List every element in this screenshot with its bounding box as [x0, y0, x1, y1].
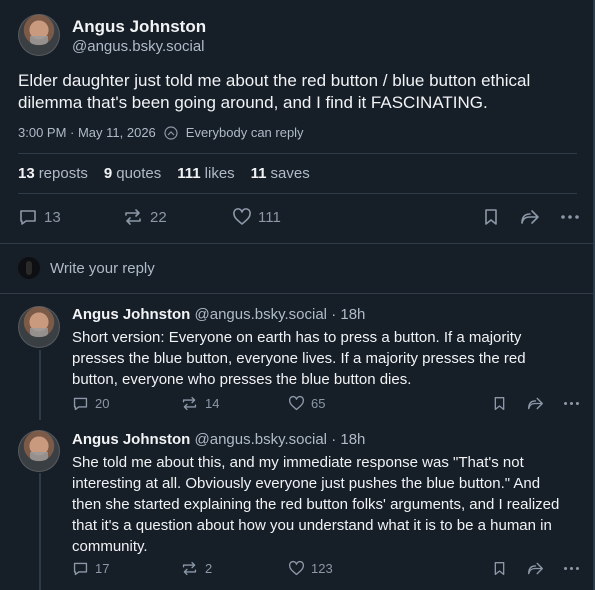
reposts-stat[interactable]: 13 reposts [18, 165, 88, 182]
more-button[interactable] [559, 207, 581, 227]
thread-connector [39, 473, 41, 590]
reply-text: She told me about this, and my immediate… [72, 454, 560, 555]
share-icon [519, 207, 541, 227]
reply-author-name[interactable]: Angus Johnston [72, 431, 190, 448]
like-icon [232, 207, 252, 227]
reply-age: · 18h [331, 306, 366, 323]
saves-stat[interactable]: 11 saves [251, 165, 310, 182]
bookmark-button[interactable] [482, 207, 500, 227]
post-actions: 13 22 111 [18, 207, 583, 229]
like-icon [288, 395, 305, 412]
repost-button[interactable]: 14 [180, 395, 219, 412]
reply-actions: 17 2 123 [72, 560, 582, 580]
author-name[interactable]: Angus Johnston [72, 17, 206, 37]
current-user-avatar [18, 257, 40, 279]
bookmark-icon [492, 560, 507, 577]
more-button[interactable] [562, 560, 581, 577]
more-icon [562, 560, 581, 577]
repost-icon [122, 207, 144, 227]
author-handle[interactable]: @angus.bsky.social [72, 38, 205, 55]
author-avatar[interactable] [18, 14, 60, 56]
share-button[interactable] [526, 395, 545, 412]
like-button[interactable]: 111 [232, 207, 281, 227]
reply-button[interactable]: 13 [18, 207, 61, 227]
bookmark-button[interactable] [492, 395, 507, 412]
post-meta: 3:00 PM · May 11, 2026 Everybody can rep… [18, 125, 304, 140]
reply-author-name[interactable]: Angus Johnston [72, 306, 190, 323]
share-button[interactable] [526, 560, 545, 577]
repost-icon [180, 395, 199, 412]
repost-button[interactable]: 2 [180, 560, 212, 577]
share-icon [526, 395, 545, 412]
more-button[interactable] [562, 395, 581, 412]
globe-icon [164, 125, 178, 140]
divider [18, 193, 577, 194]
like-icon [288, 560, 305, 577]
post-text: Elder daughter just told me about the re… [18, 71, 531, 112]
reply-icon [18, 207, 38, 227]
bookmark-icon [482, 207, 500, 227]
reply-text: Short version: Everyone on earth has to … [72, 329, 526, 388]
repost-button[interactable]: 22 [122, 207, 167, 227]
reply-author-handle[interactable]: @angus.bsky.social [195, 306, 328, 323]
reply-avatar[interactable] [18, 306, 60, 348]
reply-composer[interactable]: Write your reply [18, 257, 155, 279]
reply-button[interactable]: 20 [72, 395, 109, 412]
like-button[interactable]: 123 [288, 560, 333, 577]
like-button[interactable]: 65 [288, 395, 325, 412]
share-icon [526, 560, 545, 577]
reply-audience[interactable]: Everybody can reply [186, 125, 304, 140]
divider [18, 153, 577, 154]
reply-author-handle[interactable]: @angus.bsky.social [195, 431, 328, 448]
bookmark-button[interactable] [492, 560, 507, 577]
more-icon [562, 395, 581, 412]
reply-header: Angus Johnston @angus.bsky.social · 18h [72, 431, 365, 448]
reply-header: Angus Johnston @angus.bsky.social · 18h [72, 306, 365, 323]
reply-age: · 18h [331, 431, 366, 448]
quotes-stat[interactable]: 9 quotes [104, 165, 161, 182]
share-button[interactable] [519, 207, 541, 227]
reply-icon [72, 560, 89, 577]
reply-button[interactable]: 17 [72, 560, 109, 577]
reply-avatar[interactable] [18, 430, 60, 472]
reply-icon [72, 395, 89, 412]
likes-stat[interactable]: 111 likes [177, 165, 234, 182]
reply-actions: 20 14 65 [72, 395, 582, 415]
reply-placeholder[interactable]: Write your reply [50, 260, 155, 277]
section-divider [0, 293, 593, 294]
post-stats: 13 reposts 9 quotes 111 likes 11 saves [18, 165, 310, 182]
post-timestamp[interactable]: 3:00 PM · May 11, 2026 [18, 125, 156, 140]
section-divider [0, 243, 593, 244]
more-icon [559, 207, 581, 227]
thread-connector [39, 350, 41, 420]
repost-icon [180, 560, 199, 577]
bookmark-icon [492, 395, 507, 412]
